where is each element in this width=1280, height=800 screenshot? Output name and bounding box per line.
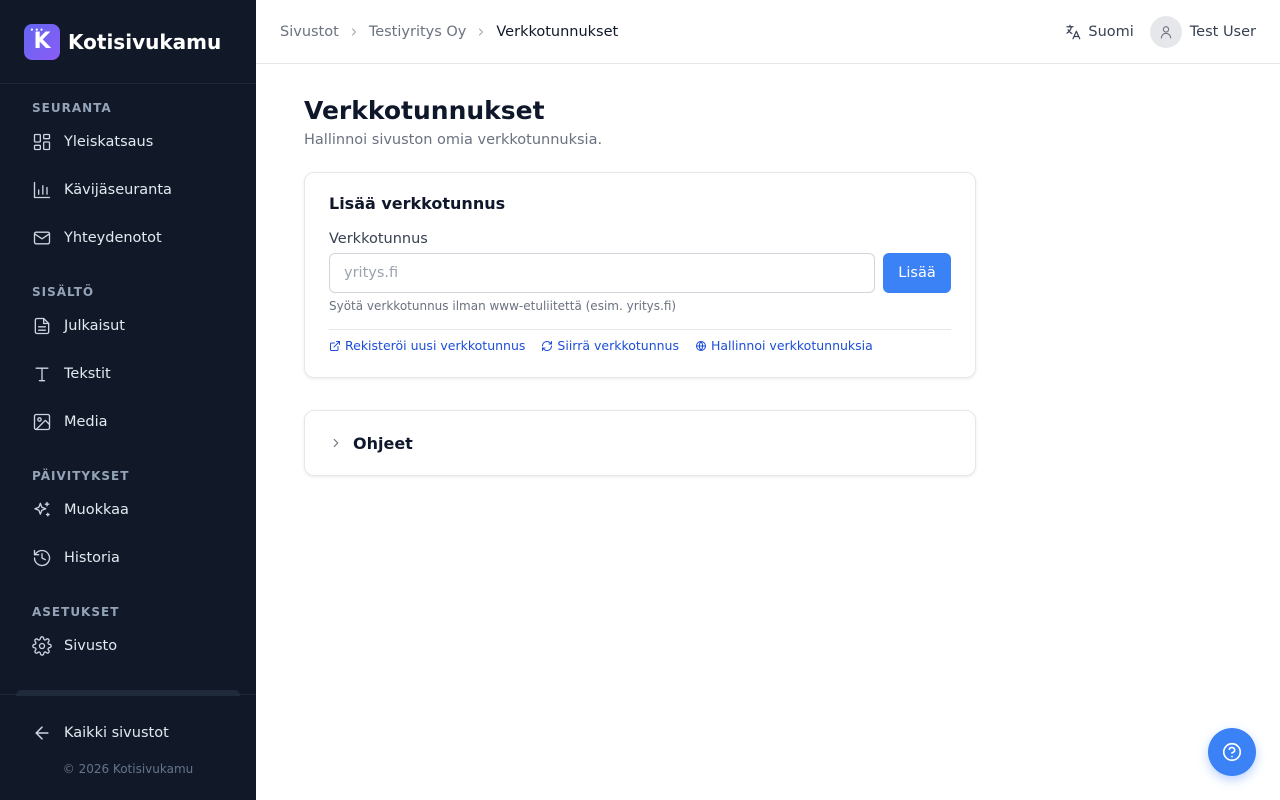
sidebar-item-historia[interactable]: Historia [0,538,256,578]
chevron-right-icon [475,26,487,38]
sidebar-item-label: Tekstit [64,366,111,382]
all-sites-label: Kaikki sivustot [64,725,169,741]
header-actions: Suomi Test User [1064,0,1256,64]
register-domain-link[interactable]: Rekisteröi uusi verkkotunnus [329,338,525,353]
section-title-seuranta: SEURANTA [32,101,112,115]
type-icon [32,364,52,384]
register-domain-label: Rekisteröi uusi verkkotunnus [345,338,526,353]
sidebar-item-label: Yhteydenotot [64,230,162,246]
breadcrumb-item-current: Verkkotunnukset [496,23,619,40]
sidebar-item-label: Media [64,414,108,430]
sidebar-footer: Kaikki sivustot © 2026 Kotisivukamu [0,694,256,800]
sidebar-item-julkaisut[interactable]: Julkaisut [0,306,256,346]
domain-hint: Syötä verkkotunnus ilman www-etuliitettä… [329,299,677,313]
sidebar-item-kavijaseuranta[interactable]: Kävijäseuranta [0,170,256,210]
sidebar-item-tekstit[interactable]: Tekstit [0,354,256,394]
page-subtitle: Hallinnoi sivuston omia verkkotunnuksia. [304,132,603,148]
manage-domains-label: Hallinnoi verkkotunnuksia [711,338,873,353]
domain-links: Rekisteröi uusi verkkotunnus Siirrä verk… [329,338,951,353]
domain-field-label: Verkkotunnus [329,231,428,247]
external-link-icon [329,340,345,352]
sparkles-icon [32,500,52,520]
add-domain-button[interactable]: Lisää [883,253,951,293]
sidebar-item-muokkaa[interactable]: Muokkaa [0,490,256,530]
brand[interactable]: ••• K Kotisivukamu [0,0,256,84]
sidebar-item-label: Muokkaa [64,502,129,518]
sidebar-item-sivusto[interactable]: Sivusto [0,626,256,666]
avatar [1149,16,1182,48]
brand-name: Kotisivukamu [68,29,222,54]
image-icon [32,412,52,432]
bar-chart-icon [32,180,52,200]
breadcrumb-item-site[interactable]: Testiyritys Oy [369,24,467,40]
language-switcher[interactable]: Suomi [1064,23,1134,41]
section-title-paivitykset: PÄIVITYKSET [32,469,130,483]
refresh-icon [541,340,557,352]
sidebar-item-label: Kävijäseuranta [64,182,172,198]
help-circle-icon [1221,741,1243,763]
domain-input[interactable] [329,253,875,293]
sidebar-item-label: Sivusto [64,638,118,654]
gear-icon [32,636,52,656]
sidebar-item-label: Julkaisut [64,318,125,334]
section-title-asetukset: ASETUKSET [32,605,120,619]
sidebar-item-media[interactable]: Media [0,402,256,442]
transfer-domain-link[interactable]: Siirrä verkkotunnus [541,338,679,353]
globe-icon [695,340,711,352]
manage-domains-link[interactable]: Hallinnoi verkkotunnuksia [695,338,873,353]
language-label: Suomi [1088,24,1134,40]
instructions-title: Ohjeet [353,433,413,453]
logo-dots: ••• [30,26,45,34]
sidebar-item-label: Historia [64,550,120,566]
breadcrumb: Sivustot Testiyritys Oy Verkkotunnukset [256,24,618,40]
copyright: © 2026 Kotisivukamu [62,762,194,776]
chevron-right-icon [329,436,343,450]
history-icon [32,548,52,568]
mail-icon [32,228,52,248]
divider [329,329,951,330]
sidebar-item-yleiskatsaus[interactable]: Yleiskatsaus [0,122,256,162]
user-menu[interactable]: Test User [1149,16,1256,48]
main-content: Verkkotunnukset Hallinnoi sivuston omia … [304,64,976,476]
instructions-accordion[interactable]: Ohjeet [304,410,976,476]
file-text-icon [32,316,52,336]
domain-input-row: Lisää [329,253,951,293]
sidebar-item-yhteydenotot[interactable]: Yhteydenotot [0,218,256,258]
add-domain-card: Lisää verkkotunnus Verkkotunnus Lisää Sy… [304,172,976,378]
breadcrumb-item-sivustot[interactable]: Sivustot [280,24,339,40]
sidebar-item-label: Yleiskatsaus [64,134,154,150]
user-name: Test User [1189,24,1256,40]
add-domain-title: Lisää verkkotunnus [329,194,506,213]
sidebar: ••• K Kotisivukamu SEURANTA Yleiskatsaus… [0,0,256,800]
all-sites-link[interactable]: Kaikki sivustot [0,713,256,753]
page-title: Verkkotunnukset [304,96,545,125]
arrow-left-icon [32,723,52,743]
help-button[interactable] [1208,728,1256,776]
user-icon [1160,26,1171,39]
sidebar-nav: SEURANTA Yleiskatsaus Kävijäseuranta Yht… [0,84,256,666]
brand-logo: ••• K [24,23,60,60]
translate-icon [1064,23,1088,41]
chevron-right-icon [348,26,360,38]
top-header: Sivustot Testiyritys Oy Verkkotunnukset … [256,0,1280,64]
section-title-sisalto: SISÄLTÖ [32,285,95,299]
layout-grid-icon [32,132,52,152]
transfer-domain-label: Siirrä verkkotunnus [557,338,679,353]
